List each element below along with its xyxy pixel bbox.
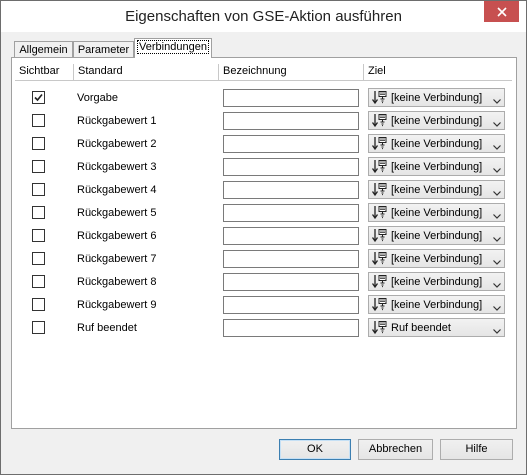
chevron-down-icon xyxy=(493,95,501,107)
standard-label: Ruf beendet xyxy=(77,322,137,334)
ziel-dropdown[interactable]: [keine Verbindung] xyxy=(368,88,505,107)
connection-icon xyxy=(371,228,388,246)
ziel-dropdown[interactable]: [keine Verbindung] xyxy=(368,111,505,130)
connection-icon xyxy=(371,251,388,269)
sichtbar-checkbox[interactable] xyxy=(32,137,45,150)
checkmark-icon xyxy=(34,93,43,102)
ziel-value: Ruf beendet xyxy=(391,322,451,334)
ziel-dropdown[interactable]: [keine Verbindung] xyxy=(368,249,505,268)
column-header-ziel[interactable]: Ziel xyxy=(364,64,512,81)
connection-icon xyxy=(371,274,388,292)
ziel-value: [keine Verbindung] xyxy=(391,276,483,288)
standard-label: Vorgabe xyxy=(77,92,118,104)
title-bar: Eigenschaften von GSE-Aktion ausführen xyxy=(1,1,526,32)
connection-icon xyxy=(371,159,388,177)
sichtbar-checkbox[interactable] xyxy=(32,114,45,127)
ziel-value: [keine Verbindung] xyxy=(391,138,483,150)
connection-icon xyxy=(371,90,388,108)
ziel-dropdown[interactable]: [keine Verbindung] xyxy=(368,272,505,291)
sichtbar-checkbox[interactable] xyxy=(32,160,45,173)
ok-button[interactable]: OK xyxy=(279,439,351,460)
ziel-dropdown[interactable]: [keine Verbindung] xyxy=(368,157,505,176)
standard-label: Rückgabewert 2 xyxy=(77,138,157,150)
sichtbar-checkbox[interactable] xyxy=(32,229,45,242)
standard-label: Rückgabewert 7 xyxy=(77,253,157,265)
connection-icon xyxy=(371,297,388,315)
window-title: Eigenschaften von GSE-Aktion ausführen xyxy=(125,8,402,25)
standard-label: Rückgabewert 3 xyxy=(77,161,157,173)
ziel-value: [keine Verbindung] xyxy=(391,299,483,311)
column-header-sichtbar[interactable]: Sichtbar xyxy=(15,64,74,81)
standard-label: Rückgabewert 1 xyxy=(77,115,157,127)
bezeichnung-input[interactable] xyxy=(223,135,359,153)
ziel-value: [keine Verbindung] xyxy=(391,230,483,242)
bezeichnung-input[interactable] xyxy=(223,227,359,245)
bezeichnung-input[interactable] xyxy=(223,158,359,176)
bezeichnung-input[interactable] xyxy=(223,319,359,337)
bezeichnung-input[interactable] xyxy=(223,250,359,268)
standard-label: Rückgabewert 6 xyxy=(77,230,157,242)
bezeichnung-input[interactable] xyxy=(223,89,359,107)
ziel-value: [keine Verbindung] xyxy=(391,92,483,104)
chevron-down-icon xyxy=(493,279,501,291)
sichtbar-checkbox[interactable] xyxy=(32,275,45,288)
sichtbar-checkbox[interactable] xyxy=(32,298,45,311)
close-icon xyxy=(496,6,507,17)
tab-verbindungen[interactable]: Verbindungen xyxy=(134,38,212,58)
standard-label: Rückgabewert 8 xyxy=(77,276,157,288)
connection-icon xyxy=(371,136,388,154)
chevron-down-icon xyxy=(493,141,501,153)
connection-icon xyxy=(371,113,388,131)
help-button[interactable]: Hilfe xyxy=(440,439,513,460)
column-header-bezeichnung[interactable]: Bezeichnung xyxy=(219,64,364,81)
chevron-down-icon xyxy=(493,325,501,337)
cancel-button[interactable]: Abbrechen xyxy=(358,439,433,460)
ziel-value: [keine Verbindung] xyxy=(391,161,483,173)
connection-icon xyxy=(371,205,388,223)
ziel-dropdown[interactable]: Ruf beendet xyxy=(368,318,505,337)
ziel-value: [keine Verbindung] xyxy=(391,207,483,219)
chevron-down-icon xyxy=(493,210,501,222)
ziel-value: [keine Verbindung] xyxy=(391,253,483,265)
tab-parameter[interactable]: Parameter xyxy=(73,41,134,58)
tab-allgemein-label: Allgemein xyxy=(19,44,68,56)
standard-label: Rückgabewert 4 xyxy=(77,184,157,196)
standard-label: Rückgabewert 5 xyxy=(77,207,157,219)
tab-parameter-label: Parameter xyxy=(77,44,130,56)
connection-icon xyxy=(371,320,388,338)
standard-label: Rückgabewert 9 xyxy=(77,299,157,311)
chevron-down-icon xyxy=(493,187,501,199)
sichtbar-checkbox[interactable] xyxy=(32,206,45,219)
bezeichnung-input[interactable] xyxy=(223,112,359,130)
ziel-dropdown[interactable]: [keine Verbindung] xyxy=(368,203,505,222)
tab-allgemein[interactable]: Allgemein xyxy=(14,41,73,58)
chevron-down-icon xyxy=(493,164,501,176)
connection-icon xyxy=(371,182,388,200)
close-button[interactable] xyxy=(484,1,519,22)
dialog-window: Eigenschaften von GSE-Aktion ausführen A… xyxy=(0,0,527,475)
ziel-value: [keine Verbindung] xyxy=(391,115,483,127)
chevron-down-icon xyxy=(493,256,501,268)
bezeichnung-input[interactable] xyxy=(223,273,359,291)
ziel-dropdown[interactable]: [keine Verbindung] xyxy=(368,180,505,199)
ziel-value: [keine Verbindung] xyxy=(391,184,483,196)
bezeichnung-input[interactable] xyxy=(223,181,359,199)
header-divider xyxy=(15,80,512,81)
ziel-dropdown[interactable]: [keine Verbindung] xyxy=(368,295,505,314)
ziel-dropdown[interactable]: [keine Verbindung] xyxy=(368,134,505,153)
sichtbar-checkbox[interactable] xyxy=(32,252,45,265)
bezeichnung-input[interactable] xyxy=(223,204,359,222)
ziel-dropdown[interactable]: [keine Verbindung] xyxy=(368,226,505,245)
chevron-down-icon xyxy=(493,302,501,314)
sichtbar-checkbox[interactable] xyxy=(32,183,45,196)
chevron-down-icon xyxy=(493,233,501,245)
sichtbar-checkbox[interactable] xyxy=(32,321,45,334)
sichtbar-checkbox[interactable] xyxy=(32,91,45,104)
bezeichnung-input[interactable] xyxy=(223,296,359,314)
tab-verbindungen-label: Verbindungen xyxy=(137,40,209,54)
column-header-standard[interactable]: Standard xyxy=(74,64,219,81)
chevron-down-icon xyxy=(493,118,501,130)
